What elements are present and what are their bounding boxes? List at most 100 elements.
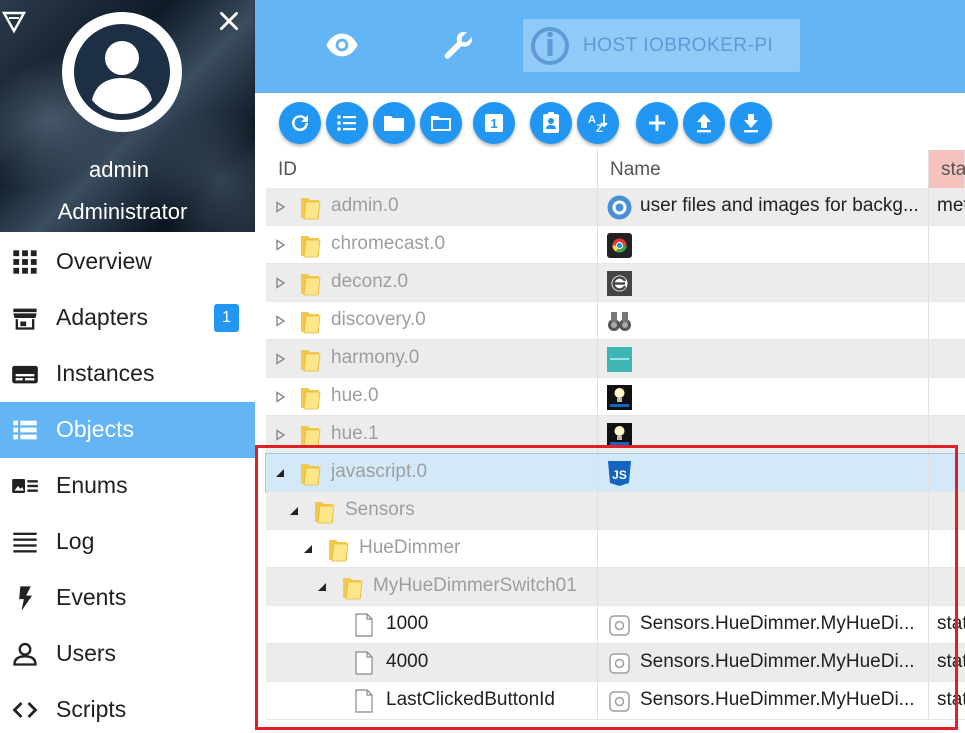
hue-logo-icon xyxy=(607,423,632,448)
sort-az-icon: AZ xyxy=(588,114,608,135)
column-header-state[interactable]: sta xyxy=(929,150,965,188)
table-row[interactable]: javascript.0 JS xyxy=(265,453,965,493)
expand-arrow-icon[interactable] xyxy=(274,315,286,327)
host-selector[interactable]: HOST IOBROKER-PI xyxy=(523,19,800,72)
row-name: Sensors.HueDimmer.MyHueDi... xyxy=(640,651,915,672)
nav-item-adapters[interactable]: Adapters 1 xyxy=(0,290,255,346)
expand-arrow-icon[interactable] xyxy=(274,429,286,441)
objects-toolbar: 1 AZ xyxy=(255,93,965,150)
iobroker-host-icon xyxy=(531,27,569,65)
expand-arrow-icon[interactable] xyxy=(274,239,286,251)
file-icon xyxy=(355,651,373,675)
eye-icon[interactable] xyxy=(325,28,359,62)
nav-label-scripts: Scripts xyxy=(56,696,127,722)
nav-item-enums[interactable]: Enums xyxy=(0,458,255,514)
row-id: discovery.0 xyxy=(331,309,426,330)
row-id: hue.0 xyxy=(331,385,379,406)
table-header: ID Name sta xyxy=(266,150,965,188)
enums-icon xyxy=(12,479,38,493)
expand-all-button[interactable] xyxy=(420,102,462,144)
iobroker-logo-icon[interactable] xyxy=(2,10,26,34)
table-row[interactable]: chromecast.0 xyxy=(266,226,965,264)
collapse-all-button[interactable] xyxy=(373,102,415,144)
row-id: HueDimmer xyxy=(359,537,461,558)
nav-item-instances[interactable]: Instances xyxy=(0,346,255,402)
row-id: 1000 xyxy=(386,613,429,634)
nav-label-adapters: Adapters xyxy=(56,304,149,330)
nav-item-log[interactable]: Log xyxy=(0,514,255,570)
instances-icon xyxy=(12,365,38,384)
folder-icon xyxy=(301,274,321,296)
wrench-icon[interactable] xyxy=(442,28,476,62)
download-button[interactable] xyxy=(730,102,772,144)
collapse-arrow-icon[interactable] xyxy=(316,581,328,593)
table-row[interactable]: Sensors xyxy=(266,492,965,530)
close-icon[interactable] xyxy=(216,8,242,34)
folder-icon xyxy=(301,464,321,486)
contact-icon xyxy=(543,112,559,133)
table-row[interactable]: admin.0 user files and images for backg..… xyxy=(266,188,965,226)
row-id: harmony.0 xyxy=(331,347,420,368)
top-app-bar: HOST IOBROKER-PI xyxy=(255,0,965,93)
state-icon xyxy=(609,615,630,636)
username: admin xyxy=(89,157,149,182)
nav-label-overview: Overview xyxy=(56,248,152,274)
table-row[interactable]: harmony.0 xyxy=(266,340,965,378)
row-id: chromecast.0 xyxy=(331,233,446,254)
row-state: stat xyxy=(937,613,965,634)
list-view-button[interactable] xyxy=(326,102,368,144)
folder-icon xyxy=(329,540,349,562)
collapse-arrow-icon[interactable] xyxy=(302,543,314,555)
expand-arrow-icon[interactable] xyxy=(274,353,286,365)
collapse-arrow-icon[interactable] xyxy=(288,505,300,517)
upload-button[interactable] xyxy=(683,102,725,144)
download-icon xyxy=(744,114,758,133)
sort-button[interactable]: AZ xyxy=(577,102,619,144)
nav-label-instances: Instances xyxy=(56,360,155,386)
js-logo-icon: JS xyxy=(608,461,631,486)
column-header-id[interactable]: ID xyxy=(266,150,598,188)
user-role: Administrator xyxy=(57,199,188,224)
refresh-button[interactable] xyxy=(279,102,321,144)
log-icon xyxy=(13,532,37,553)
table-row[interactable]: hue.0 xyxy=(266,378,965,416)
table-row[interactable]: HueDimmer xyxy=(266,530,965,568)
row-id: deconz.0 xyxy=(331,271,409,292)
expand-arrow-icon[interactable] xyxy=(274,277,286,289)
table-row[interactable]: MyHueDimmerSwitch01 xyxy=(266,568,965,606)
row-name: Sensors.HueDimmer.MyHueDi... xyxy=(640,613,915,634)
chromecast-logo-icon xyxy=(607,233,632,258)
sidebar: admin Administrator Overview Adapters 1 xyxy=(0,0,255,733)
add-object-button[interactable] xyxy=(636,102,678,144)
code-icon xyxy=(12,702,38,718)
nav-item-overview[interactable]: Overview xyxy=(0,234,255,290)
table-row[interactable]: hue.1 xyxy=(266,416,965,454)
table-row[interactable]: LastClickedButtonId Sensors.HueDimmer.MyH… xyxy=(266,682,965,720)
custom-settings-button[interactable] xyxy=(530,102,572,144)
table-row[interactable]: deconz.0 xyxy=(266,264,965,302)
table-row[interactable]: 4000 Sensors.HueDimmer.MyHueDi... stat xyxy=(266,644,965,682)
folder-icon xyxy=(301,198,321,220)
table-row[interactable]: discovery.0 xyxy=(266,302,965,340)
nav-item-objects[interactable]: Objects xyxy=(0,402,255,458)
collapse-arrow-icon[interactable] xyxy=(274,467,286,479)
profile-panel: admin Administrator xyxy=(0,0,255,232)
state-icon xyxy=(609,653,630,674)
row-id: javascript.0 xyxy=(331,461,428,482)
table-row[interactable]: 1000 Sensors.HueDimmer.MyHueDi... stat xyxy=(266,606,965,644)
expand-arrow-icon[interactable] xyxy=(274,201,286,213)
nav-menu: Overview Adapters 1 Instances Objects En… xyxy=(0,234,255,733)
nav-item-scripts[interactable]: Scripts xyxy=(0,682,255,733)
objects-table: ID Name sta admin.0 user files and images… xyxy=(265,150,965,733)
svg-text:JS: JS xyxy=(612,468,627,482)
column-header-name[interactable]: Name xyxy=(598,150,929,188)
expand-level-button[interactable]: 1 xyxy=(473,102,515,144)
grid-icon xyxy=(13,250,37,274)
binoculars-logo-icon xyxy=(608,312,631,331)
nav-item-users[interactable]: Users xyxy=(0,626,255,682)
expand-arrow-icon[interactable] xyxy=(274,391,286,403)
avatar[interactable] xyxy=(62,12,182,132)
bolt-icon xyxy=(19,586,32,611)
folder-icon xyxy=(301,426,321,448)
nav-item-events[interactable]: Events xyxy=(0,570,255,626)
